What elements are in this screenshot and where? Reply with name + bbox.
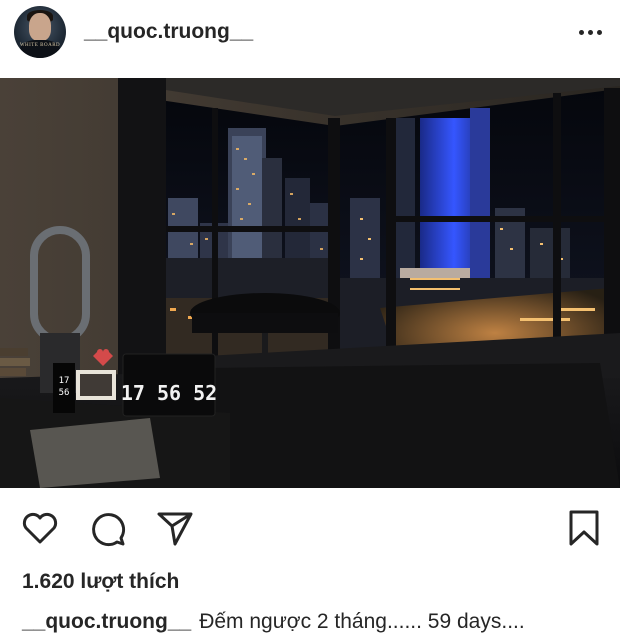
digital-clock: 17 56 52 (121, 353, 217, 417)
paper-plane-icon[interactable] (155, 508, 195, 548)
avatar-mark: WHITE BOARD (19, 43, 61, 48)
avatar[interactable]: WHITE BOARD (14, 6, 66, 58)
action-bar (0, 500, 620, 556)
username[interactable]: __quoc.truong__ (84, 20, 253, 44)
svg-text:56: 56 (59, 388, 70, 398)
caption: __quoc.truong__ Đếm ngược 2 tháng...... 5… (22, 610, 525, 634)
digital-clock-time: 17 56 52 (121, 381, 217, 405)
bookmark-icon[interactable] (564, 508, 604, 548)
likes-count[interactable]: 1.620 lượt thích (22, 570, 179, 594)
avatar-face (29, 13, 51, 41)
post-photo[interactable]: 17 56 17 56 52 (0, 78, 620, 488)
caption-author[interactable]: __quoc.truong__ (22, 610, 191, 633)
comment-bubble-icon[interactable] (88, 508, 128, 548)
post-header: WHITE BOARD __quoc.truong__ (0, 0, 620, 78)
svg-text:17: 17 (59, 376, 70, 386)
heart-icon[interactable] (20, 508, 60, 548)
caption-text: Đếm ngược 2 tháng...... 59 days.... (199, 610, 525, 633)
more-options-icon[interactable] (576, 23, 604, 41)
